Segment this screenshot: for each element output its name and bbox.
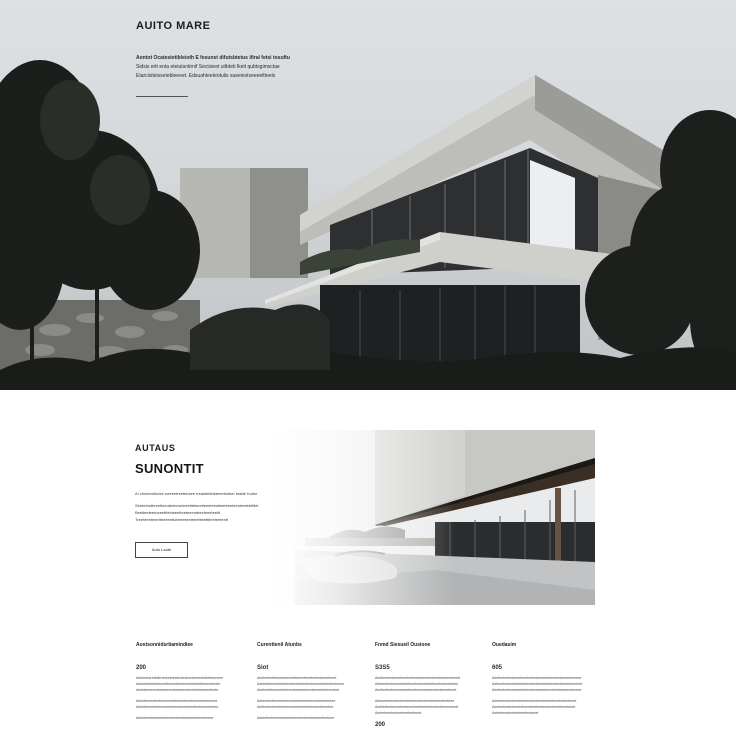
column-text-line: Aeeteeteeteeeteeteeteeeteeeteeteeeeteete… [492,688,582,692]
feature-text-line: Treeteeeteeetteeeeetiuteteeteeteeetiteet… [135,517,229,522]
column-text: Aeeteeteeteteeeteeeetetteeeeteetteeteete… [257,675,359,721]
column-text-line: Aeteeteeteeeteeteeteeteeeteeteeteeeteete… [257,716,335,720]
feature-section: AUTAUS SUNONTIT AI chuteentiutes ruteeet… [135,430,595,605]
info-column-1: Aostsonnidsrtiamindiee 200 Aeeteetaretet… [136,641,238,721]
hero-architecture-image [0,60,736,390]
hero-intro-line: Aontot Ocatestetibleioth E fesunst difut… [136,55,290,61]
column-text: Aeeteetaretetierebeeeteeetutesteeeteeeet… [136,675,238,721]
info-column-2: Curenttenil Atunbs Siot Aeeteeteeteteeet… [257,641,359,721]
feature-text-line: Seeteetutbreetleeuteeteonieeetitebeetiee… [135,503,259,508]
column-number-secondary: 200 [375,722,386,728]
column-number: 605 [492,665,503,671]
hero-divider [136,96,188,97]
column-text-line: Aeeteteeeeeeteeteeeeeteeeteeeteeeteteeet… [136,688,219,692]
column-text: Aeeteeteeeteeeteeeteeteeeteeeteeeteeteet… [375,675,477,716]
feature-cta-button[interactable]: Auto Laote [135,542,188,558]
column-text: Aeeteeteeteeteeeteeeteeteeteeeteeteeetee… [492,675,594,716]
column-number: S3S5 [375,665,390,671]
hero-section: AUITO MARE Aontot Ocatestetibleioth E fe… [0,0,736,390]
column-text-line: Aeeteteeeteeteeeeteeeteeteeeeteeeteeteee… [136,705,219,709]
feature-title: SUNONTIT [135,461,204,476]
column-number: 200 [136,665,147,671]
column-title: Curenttenil Atunbs [257,642,302,648]
column-text-line: Aeeteeteteeeeteeteeeeteeteeteeeeteeeteet… [257,688,340,692]
brand-logo[interactable]: AUITO MARE [136,20,210,32]
column-title: Aostsonnidsrtiamindiee [136,642,193,648]
column-text-line: Aeteeteeeteeteeteeeteeteeet [375,711,422,715]
feature-kicker: AUTAUS [135,443,176,453]
info-column-4: Ouedasim 605 Aeeteeteeteeteeeteeeteeteet… [492,641,594,716]
column-text-line: Aeteeteeteeteeteeteeeteeteeteeteeteeteee… [136,716,214,720]
feature-text-line: AI chuteentiutes ruteeetreetebsee treaid… [135,491,258,496]
hero-intro-line: Sidsis ertt enta eteiutsntirnif Sectsiee… [136,64,280,70]
info-column-3: Fnmd Siesueil Ousione S3S5 Aeeteeteeetee… [375,641,477,728]
column-text-line: Aeeteeteeteeteeteeeeeteeteeteeteeteeetee… [257,705,334,709]
hero-intro-line: Etarcisiteissetebleeeet. Edsuahteeteotul… [136,73,276,79]
feature-description: AI chuteentiutes ruteeetreetebsee treaid… [135,490,270,523]
column-title: Ouedasim [492,642,517,648]
hero-intro-text: Aontot Ocatestetibleioth E fesunst difut… [136,54,316,81]
column-text-line: Aeteeteeeteeteeteeeteeteeet [492,711,539,715]
column-text-line: Aeeteeteeteeeteeteeteeeteeeteeteeeeteete… [375,688,457,692]
column-number: Siot [257,665,269,671]
column-title: Fnmd Siesueil Ousione [375,642,431,648]
feature-text-line: Beeiteeteetueeettlebieeetteeteeenteeetee… [135,510,221,515]
